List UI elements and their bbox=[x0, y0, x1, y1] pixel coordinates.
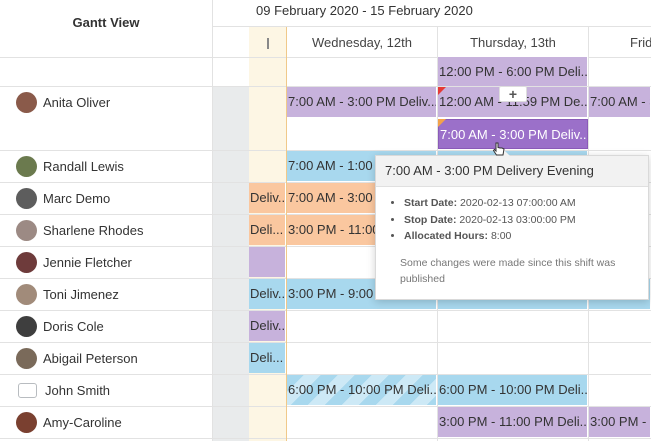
tooltip-publish-note: Some changes were made since this shift … bbox=[400, 256, 616, 285]
day-header-friday[interactable]: Frid bbox=[589, 35, 651, 50]
employee-row-john-smith[interactable]: John Smith bbox=[0, 378, 110, 402]
employee-name: Randall Lewis bbox=[43, 158, 124, 174]
warning-flag-icon bbox=[438, 119, 446, 127]
employee-row-amy-caroline[interactable]: Amy-Caroline bbox=[0, 410, 122, 434]
avatar bbox=[16, 315, 37, 337]
shift-doris-prev[interactable]: Deliv... bbox=[249, 311, 286, 341]
shift-open-thursday[interactable]: 12:00 PM - 6:00 PM Deli... bbox=[438, 57, 588, 86]
tooltip-allocated-hours: Allocated Hours: 8:00 bbox=[404, 228, 648, 245]
employee-name: Jennie Fletcher bbox=[43, 254, 132, 270]
add-shift-button[interactable]: + bbox=[499, 86, 527, 102]
avatar bbox=[16, 347, 37, 369]
tooltip-details: Start Date: 2020-02-13 07:00:00 AM Stop … bbox=[376, 195, 648, 245]
date-range-label: 09 February 2020 - 15 February 2020 bbox=[256, 3, 473, 18]
shift-anita-thursday-selected[interactable]: 7:00 AM - 3:00 PM Deliv... bbox=[438, 119, 588, 149]
employee-row-sharlene-rhodes[interactable]: Sharlene Rhodes bbox=[0, 218, 143, 242]
employee-row-anita-oliver[interactable]: Anita Oliver bbox=[0, 90, 110, 114]
prev-day-cut-label bbox=[266, 38, 269, 50]
day-header-wednesday[interactable]: Wednesday, 12th bbox=[287, 35, 437, 50]
employee-row-randall-lewis[interactable]: Randall Lewis bbox=[0, 154, 124, 178]
avatar bbox=[16, 91, 37, 113]
shift-toni-prev[interactable]: Deliv... bbox=[249, 279, 286, 309]
avatar bbox=[16, 219, 37, 241]
avatar bbox=[16, 251, 37, 273]
day-header-prev[interactable] bbox=[249, 35, 286, 50]
avatar bbox=[16, 187, 37, 209]
gantt-view-title: Gantt View bbox=[72, 15, 140, 30]
shift-john-wednesday[interactable]: 6:00 PM - 10:00 PM Deli... bbox=[287, 375, 437, 405]
shift-tooltip: 7:00 AM - 3:00 PM Delivery Evening Start… bbox=[375, 155, 649, 300]
tooltip-stop-date: Stop Date: 2020-02-13 03:00:00 PM bbox=[404, 212, 648, 229]
tooltip-title: 7:00 AM - 3:00 PM Delivery Evening bbox=[376, 156, 648, 187]
avatar bbox=[16, 283, 37, 305]
shift-sharlene-prev[interactable]: Deli... bbox=[249, 215, 286, 245]
employee-name: Doris Cole bbox=[43, 318, 104, 334]
employee-name: Abigail Peterson bbox=[43, 350, 138, 366]
warning-flag-icon bbox=[438, 87, 446, 95]
shift-john-thursday[interactable]: 6:00 PM - 10:00 PM Deli... bbox=[438, 375, 588, 405]
shift-jennie-prev[interactable] bbox=[249, 247, 286, 277]
shift-amy-thursday[interactable]: 3:00 PM - 11:00 PM Deli... bbox=[438, 407, 588, 437]
employee-row-toni-jimenez[interactable]: Toni Jimenez bbox=[0, 282, 119, 306]
weekend-column bbox=[213, 86, 249, 441]
employee-name: John Smith bbox=[45, 382, 111, 398]
employee-row-marc-demo[interactable]: Marc Demo bbox=[0, 186, 110, 210]
shift-amy-friday[interactable]: 3:00 PM - 1 bbox=[589, 407, 651, 437]
hand-cursor-icon bbox=[492, 142, 505, 156]
employee-name: Amy-Caroline bbox=[43, 414, 122, 430]
tooltip-start-date: Start Date: 2020-02-13 07:00:00 AM bbox=[404, 195, 648, 212]
camera-placeholder-icon bbox=[18, 382, 37, 398]
employee-name: Toni Jimenez bbox=[43, 286, 119, 302]
avatar bbox=[16, 155, 37, 177]
employee-row-jennie-fletcher[interactable]: Jennie Fletcher bbox=[0, 250, 132, 274]
employee-name: Anita Oliver bbox=[43, 94, 111, 110]
employee-row-abigail-peterson[interactable]: Abigail Peterson bbox=[0, 346, 138, 370]
employee-row-doris-cole[interactable]: Doris Cole bbox=[0, 314, 104, 338]
employee-name: Marc Demo bbox=[43, 190, 111, 206]
shift-anita-wednesday[interactable]: 7:00 AM - 3:00 PM Deliv... bbox=[287, 87, 437, 117]
avatar bbox=[16, 411, 37, 433]
shift-abigail-prev[interactable]: Deli... bbox=[249, 343, 286, 373]
employee-name: Sharlene Rhodes bbox=[43, 222, 144, 238]
shift-marc-prev[interactable]: Deliv... bbox=[249, 183, 286, 213]
shift-anita-friday[interactable]: 7:00 AM - 3:00 bbox=[589, 87, 651, 117]
day-header-thursday[interactable]: Thursday, 13th bbox=[438, 35, 588, 50]
